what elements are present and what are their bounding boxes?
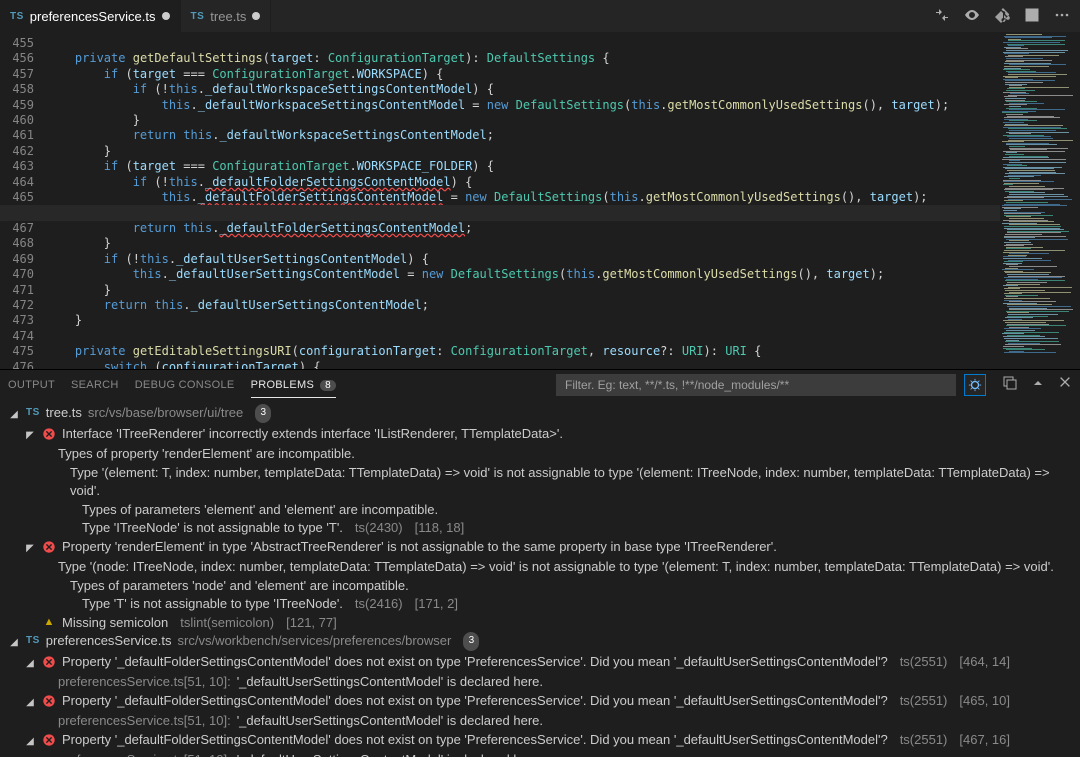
problem-message: Missing semicolon [62, 614, 168, 633]
problem-related[interactable]: preferencesService.ts[51, 10]: '_default… [0, 673, 1080, 692]
problems-file-header[interactable]: ◢ TS preferencesService.ts src/vs/workbenc… [0, 632, 1080, 653]
editor[interactable]: 455 456 457 458 459 460 461 462 463 464 … [0, 32, 1080, 369]
problem-item[interactable]: ◢ Property '_defaultFolderSettingsContent… [0, 692, 1080, 713]
error-location: [465, 10] [959, 692, 1010, 711]
problem-item[interactable]: ◢ Property '_defaultFolderSettingsContent… [0, 731, 1080, 752]
compare-icon[interactable] [934, 7, 950, 26]
chevron-down-icon[interactable]: ◢ [8, 634, 20, 653]
error-code: ts(2551) [900, 731, 948, 750]
problem-item[interactable]: ◤ Property 'renderElement' in type 'Abstr… [0, 538, 1080, 559]
problem-related[interactable]: preferencesService.ts[51, 10]: '_default… [0, 751, 1080, 757]
problem-detail: Type '(node: ITreeNode, index: number, t… [0, 558, 1080, 577]
line-gutter: 455 456 457 458 459 460 461 462 463 464 … [0, 32, 46, 369]
chevron-down-icon[interactable]: ◢ [24, 655, 36, 674]
editor-actions [924, 7, 1080, 26]
chevron-up-icon[interactable]: ◤ [24, 427, 36, 446]
warning-icon [42, 616, 56, 630]
editor-tab[interactable]: TS tree.ts [181, 0, 272, 32]
problem-detail: Type '(element: T, index: number, templa… [0, 464, 1080, 501]
error-icon [42, 694, 56, 708]
problem-message: Property '_defaultFolderSettingsContentM… [62, 731, 888, 750]
ts-file-icon: TS [191, 11, 205, 22]
error-icon [42, 655, 56, 669]
tab-title: preferencesService.ts [30, 9, 156, 24]
ts-file-icon: TS [26, 632, 40, 651]
error-location: [467, 16] [959, 731, 1010, 750]
problem-item[interactable]: ◢ Property '_defaultFolderSettingsContent… [0, 653, 1080, 674]
editor-tabbar: TS preferencesService.ts TS tree.ts [0, 0, 1080, 32]
tab-title: tree.ts [210, 9, 246, 24]
ts-file-icon: TS [26, 404, 40, 423]
file-name: preferencesService.ts [46, 632, 172, 651]
file-path: src/vs/base/browser/ui/tree [88, 404, 243, 423]
problem-message: Interface 'ITreeRenderer' incorrectly ex… [62, 425, 563, 444]
filter-settings-icon[interactable] [964, 374, 986, 396]
more-icon[interactable] [1054, 7, 1070, 26]
file-path: src/vs/workbench/services/preferences/br… [178, 632, 452, 651]
code-area[interactable]: private getDefaultSettings(target: Confi… [46, 32, 1000, 369]
problem-detail: Types of property 'renderElement' are in… [0, 445, 1080, 464]
chevron-down-icon[interactable]: ◢ [24, 694, 36, 713]
minimap[interactable] [1000, 32, 1080, 369]
ts-file-icon: TS [10, 11, 24, 22]
panel-tab[interactable]: DEBUG CONSOLE [135, 373, 235, 397]
problem-detail: Type 'ITreeNode' is not assignable to ty… [0, 519, 1080, 538]
problem-item[interactable]: ◤ Interface 'ITreeRenderer' incorrectly e… [0, 425, 1080, 446]
chevron-down-icon[interactable]: ◢ [8, 406, 20, 425]
problem-message: Property '_defaultFolderSettingsContentM… [62, 653, 888, 672]
git-icon[interactable] [994, 7, 1010, 26]
collapse-all-icon[interactable] [1030, 375, 1046, 394]
problem-message: Property '_defaultFolderSettingsContentM… [62, 692, 888, 711]
problems-filter-input[interactable] [556, 374, 956, 396]
panel-tab[interactable]: SEARCH [71, 373, 119, 397]
error-code: ts(2551) [900, 692, 948, 711]
close-panel-icon[interactable] [1058, 375, 1072, 394]
preview-icon[interactable] [964, 7, 980, 26]
problems-list[interactable]: ◢ TS tree.ts src/vs/base/browser/ui/tree 3 ◤… [0, 400, 1080, 757]
problems-panel: OUTPUT SEARCH DEBUG CONSOLE PROBLEMS8 ◢ TS tr… [0, 369, 1080, 757]
error-icon [42, 427, 56, 441]
error-location: [464, 14] [959, 653, 1010, 672]
problem-item[interactable]: Missing semicolon tslint(semicolon) [121, … [0, 614, 1080, 633]
problems-count-badge: 8 [320, 380, 336, 391]
error-location: [121, 77] [286, 614, 337, 633]
error-icon [42, 733, 56, 747]
panel-tab[interactable]: PROBLEMS8 [251, 373, 337, 397]
editor-tab[interactable]: TS preferencesService.ts [0, 0, 181, 32]
panel-tab[interactable]: OUTPUT [8, 373, 55, 397]
problem-related[interactable]: preferencesService.ts[51, 10]: '_default… [0, 712, 1080, 731]
dirty-indicator-icon [162, 12, 170, 20]
panel-tabbar: OUTPUT SEARCH DEBUG CONSOLE PROBLEMS8 [0, 370, 1080, 400]
problems-file-header[interactable]: ◢ TS tree.ts src/vs/base/browser/ui/tree 3 [0, 404, 1080, 425]
error-icon [42, 540, 56, 554]
file-problem-count: 3 [463, 632, 479, 651]
editor-tabs: TS preferencesService.ts TS tree.ts [0, 0, 924, 32]
split-icon[interactable] [1024, 7, 1040, 26]
open-file-icon[interactable] [1002, 375, 1018, 394]
error-code: tslint(semicolon) [180, 614, 274, 633]
file-problem-count: 3 [255, 404, 271, 423]
problem-detail: Types of parameters 'node' and 'element'… [0, 577, 1080, 596]
chevron-up-icon[interactable]: ◤ [24, 540, 36, 559]
dirty-indicator-icon [252, 12, 260, 20]
chevron-down-icon[interactable]: ◢ [24, 733, 36, 752]
problem-detail: Type 'T' is not assignable to type 'ITre… [0, 595, 1080, 614]
file-name: tree.ts [46, 404, 82, 423]
problem-detail: Types of parameters 'element' and 'eleme… [0, 501, 1080, 520]
error-code: ts(2551) [900, 653, 948, 672]
problem-message: Property 'renderElement' in type 'Abstra… [62, 538, 777, 557]
